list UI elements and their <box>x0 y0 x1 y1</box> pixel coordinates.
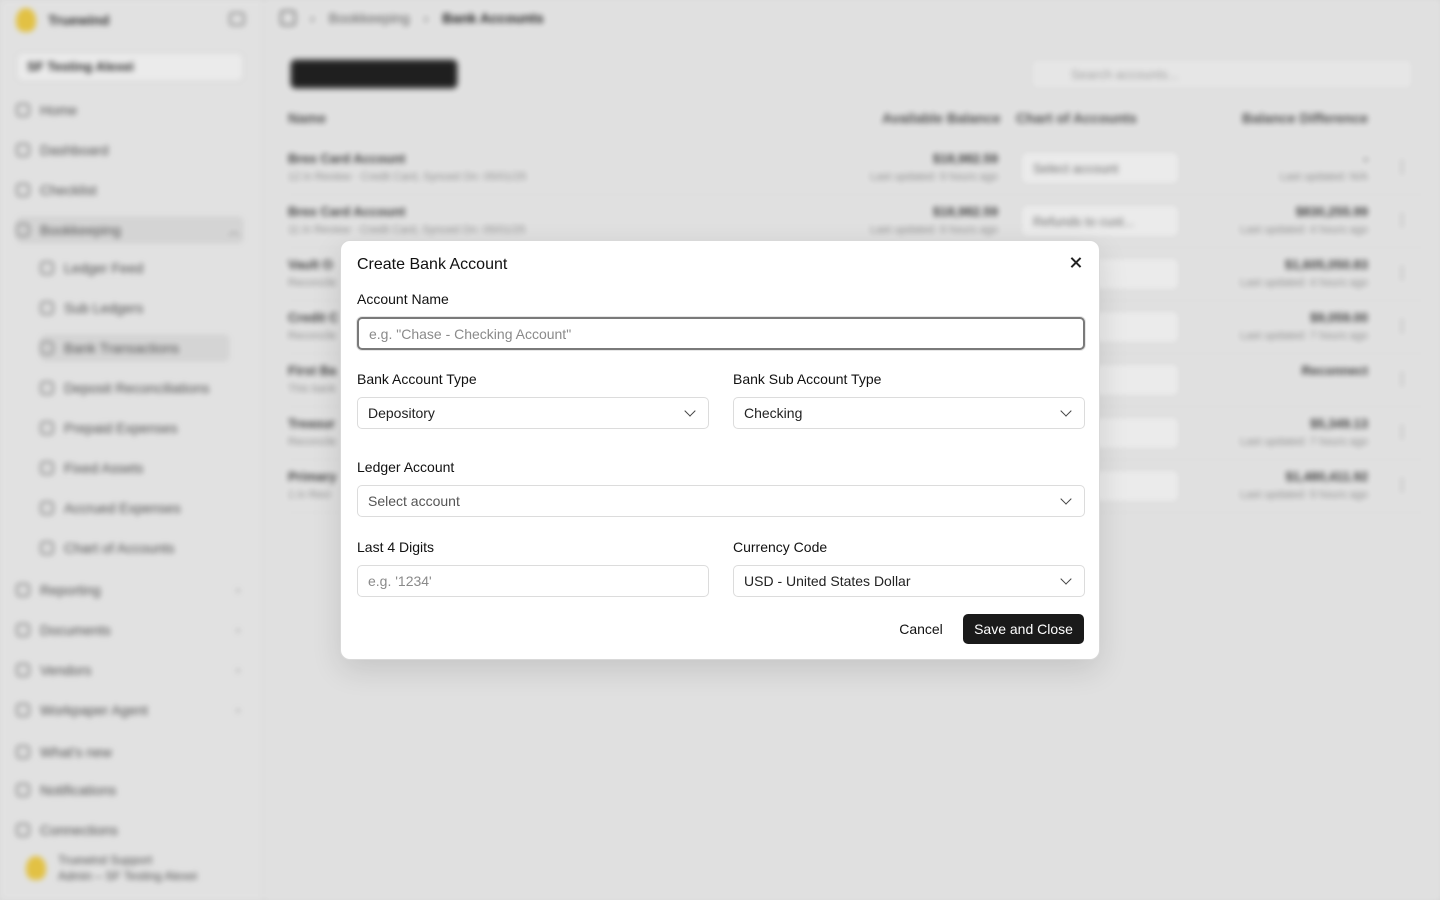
chevron-down-icon <box>1060 404 1072 417</box>
ledger-account-select[interactable]: Select account <box>357 485 1085 517</box>
currency-code-select[interactable]: USD - United States Dollar <box>733 565 1085 597</box>
select-value: USD - United States Dollar <box>744 573 911 589</box>
select-value: Select account <box>368 493 460 509</box>
chevron-down-icon <box>1060 492 1072 505</box>
bank-sub-account-type-label: Bank Sub Account Type <box>733 371 882 387</box>
bank-account-type-select[interactable]: Depository <box>357 397 709 429</box>
account-name-label: Account Name <box>357 291 449 307</box>
save-and-close-button[interactable]: Save and Close <box>963 614 1084 644</box>
chevron-down-icon <box>1060 572 1072 585</box>
cancel-button[interactable]: Cancel <box>887 614 955 644</box>
ledger-account-label: Ledger Account <box>357 459 455 475</box>
bank-account-type-label: Bank Account Type <box>357 371 477 387</box>
last-4-digits-label: Last 4 Digits <box>357 539 435 555</box>
close-icon[interactable] <box>1067 254 1085 272</box>
bank-sub-account-type-select[interactable]: Checking <box>733 397 1085 429</box>
dialog-title: Create Bank Account <box>357 256 508 273</box>
select-value: Checking <box>744 405 803 421</box>
account-name-input[interactable] <box>357 317 1085 350</box>
chevron-down-icon <box>684 404 696 417</box>
currency-code-label: Currency Code <box>733 539 828 555</box>
select-value: Depository <box>368 405 435 421</box>
last-4-digits-input[interactable] <box>357 565 709 597</box>
create-bank-account-dialog: Create Bank Account Account Name Bank Ac… <box>340 240 1100 660</box>
